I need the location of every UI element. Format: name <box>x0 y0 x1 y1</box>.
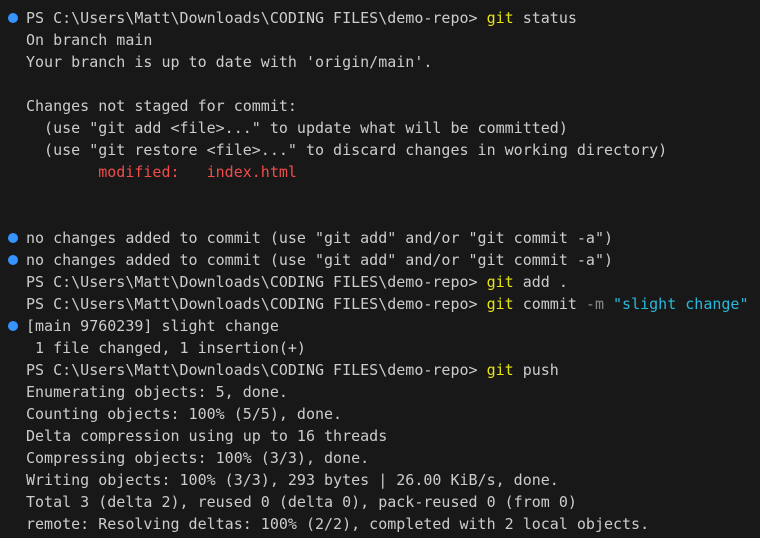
terminal-output[interactable]: PS C:\Users\Matt\Downloads\CODING FILES\… <box>0 7 760 535</box>
terminal-line: (use "git add <file>..." to update what … <box>0 117 760 139</box>
terminal-line: Total 3 (delta 2), reused 0 (delta 0), p… <box>0 491 760 513</box>
terminal-text: (use "git restore <file>..." to discard … <box>26 141 668 159</box>
command-argument-string: "slight change" <box>613 295 749 313</box>
terminal-line: Your branch is up to date with 'origin/m… <box>0 51 760 73</box>
terminal-text: no changes added to commit (use "git add… <box>26 229 613 247</box>
command-decoration-dot-icon[interactable] <box>8 13 18 23</box>
terminal-text: PS C:\Users\Matt\Downloads\CODING FILES\… <box>26 9 487 27</box>
terminal-text: Writing objects: 100% (3/3), 293 bytes |… <box>26 471 559 489</box>
terminal-line: (use "git restore <file>..." to discard … <box>0 139 760 161</box>
terminal-line: Delta compression using up to 16 threads <box>0 425 760 447</box>
terminal-line: 1 file changed, 1 insertion(+) <box>0 337 760 359</box>
terminal-line: On branch main <box>0 29 760 51</box>
terminal-text: Total 3 (delta 2), reused 0 (delta 0), p… <box>26 493 577 511</box>
terminal-line: PS C:\Users\Matt\Downloads\CODING FILES\… <box>0 293 760 315</box>
terminal-line: no changes added to commit (use "git add… <box>0 227 760 249</box>
terminal-text: 1 file changed, 1 insertion(+) <box>26 339 306 357</box>
terminal-line: Compressing objects: 100% (3/3), done. <box>0 447 760 469</box>
command-decoration-dot-icon[interactable] <box>8 233 18 243</box>
terminal-line: PS C:\Users\Matt\Downloads\CODING FILES\… <box>0 7 760 29</box>
terminal-text: PS C:\Users\Matt\Downloads\CODING FILES\… <box>26 361 487 379</box>
modified-file-text: modified: index.html <box>26 163 297 181</box>
terminal-line: Writing objects: 100% (3/3), 293 bytes |… <box>0 469 760 491</box>
terminal-text: status <box>513 9 577 27</box>
terminal-line: no changes added to commit (use "git add… <box>0 249 760 271</box>
terminal-text: Compressing objects: 100% (3/3), done. <box>26 449 370 467</box>
terminal-text: Changes not staged for commit: <box>26 97 297 115</box>
terminal-line: remote: Resolving deltas: 100% (2/2), co… <box>0 513 760 535</box>
terminal-text: PS C:\Users\Matt\Downloads\CODING FILES\… <box>26 273 487 291</box>
terminal-text: On branch main <box>26 31 153 49</box>
command-flag: -m <box>585 295 604 313</box>
terminal-text: Your branch is up to date with 'origin/m… <box>26 53 433 71</box>
terminal-text: add . <box>513 273 568 291</box>
terminal-line: modified: index.html <box>0 161 760 183</box>
terminal-text: no changes added to commit (use "git add… <box>26 251 613 269</box>
command-decoration-dot-icon[interactable] <box>8 255 18 265</box>
terminal-text: commit <box>513 295 586 313</box>
command-name: git <box>486 295 514 313</box>
terminal-line: PS C:\Users\Matt\Downloads\CODING FILES\… <box>0 271 760 293</box>
terminal-text: Counting objects: 100% (5/5), done. <box>26 405 343 423</box>
command-name: git <box>486 9 514 27</box>
command-name: git <box>486 361 514 379</box>
command-decoration-dot-icon[interactable] <box>8 321 18 331</box>
terminal-text: push <box>513 361 559 379</box>
terminal-text: Delta compression using up to 16 threads <box>26 427 388 445</box>
terminal-text: [main 9760239] slight change <box>26 317 279 335</box>
terminal-line: Enumerating objects: 5, done. <box>0 381 760 403</box>
terminal-text: remote: Resolving deltas: 100% (2/2), co… <box>26 515 650 533</box>
terminal-text: PS C:\Users\Matt\Downloads\CODING FILES\… <box>26 295 487 313</box>
terminal-line: Counting objects: 100% (5/5), done. <box>0 403 760 425</box>
command-name: git <box>486 273 514 291</box>
terminal-line: Changes not staged for commit: <box>0 95 760 117</box>
terminal-line: [main 9760239] slight change <box>0 315 760 337</box>
terminal-text: (use "git add <file>..." to update what … <box>26 119 568 137</box>
terminal-line: PS C:\Users\Matt\Downloads\CODING FILES\… <box>0 359 760 381</box>
terminal-text: Enumerating objects: 5, done. <box>26 383 288 401</box>
